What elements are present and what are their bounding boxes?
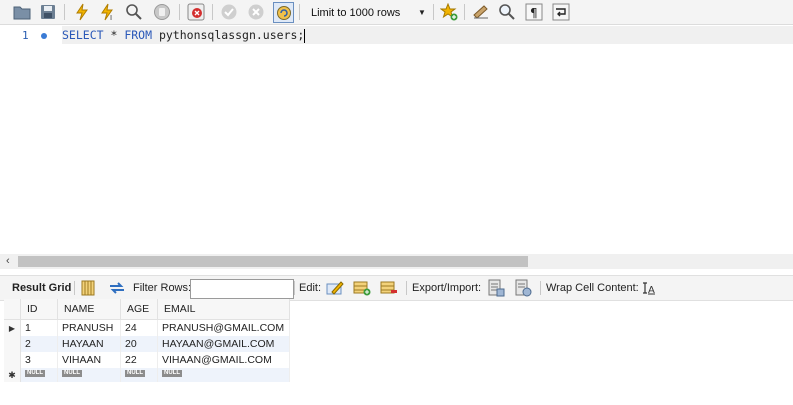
beautify-icon[interactable] xyxy=(471,2,491,22)
statement-marker-icon xyxy=(41,33,47,39)
line-gutter: 1 xyxy=(0,25,62,254)
cell-id[interactable]: 3 xyxy=(20,352,58,368)
null-cell[interactable]: NULL xyxy=(120,368,158,382)
toolbar-separator xyxy=(406,281,407,295)
toolbar-separator xyxy=(64,4,65,20)
editor-horizontal-scrollbar[interactable]: ‹ xyxy=(0,254,793,269)
commit-icon[interactable] xyxy=(219,2,239,22)
column-header-email[interactable]: EMAIL xyxy=(157,299,290,320)
cell-age[interactable]: 24 xyxy=(120,319,158,336)
current-row-arrow-icon: ▶ xyxy=(4,319,21,336)
code-line[interactable]: SELECT * FROM pythonsqlassgn.users; xyxy=(62,26,793,44)
result-grid-tab[interactable]: Result Grid xyxy=(12,276,71,300)
cell-name[interactable]: PRANUSH xyxy=(57,319,121,336)
column-header-id[interactable]: ID xyxy=(20,299,58,320)
toolbar-separator xyxy=(433,4,434,20)
row-indicator xyxy=(4,352,21,368)
table-row[interactable]: 2 HAYAAN 20 HAYAAN@GMAIL.COM xyxy=(4,336,290,352)
wrap-cell-icon[interactable]: A xyxy=(642,276,656,300)
cell-name[interactable]: VIHAAN xyxy=(57,352,121,368)
refresh-icon[interactable] xyxy=(108,276,126,300)
svg-text:I: I xyxy=(110,14,112,21)
rollback-icon[interactable] xyxy=(246,2,266,22)
add-snippet-icon[interactable] xyxy=(439,2,459,22)
scrollbar-thumb[interactable] xyxy=(18,256,528,267)
cell-id[interactable]: 2 xyxy=(20,336,58,352)
cell-age[interactable]: 22 xyxy=(120,352,158,368)
sql-editor-toolbar: I Limit to 1000 rows ▼ ¶ xyxy=(0,0,793,25)
wrap-lines-icon[interactable] xyxy=(551,2,571,22)
toggle-error-icon[interactable] xyxy=(186,2,206,22)
toolbar-separator xyxy=(74,281,75,295)
new-row[interactable]: ✱ NULL NULL NULL NULL xyxy=(4,368,290,382)
limit-rows-value: Limit to 1000 rows xyxy=(311,6,401,19)
null-badge: NULL xyxy=(125,370,145,377)
code-table-ref: pythonsqlassgn.users; xyxy=(152,28,305,42)
toolbar-separator xyxy=(294,281,295,295)
scroll-left-icon[interactable]: ‹ xyxy=(6,255,10,267)
null-badge: NULL xyxy=(25,370,45,377)
find-icon[interactable] xyxy=(497,2,517,22)
toolbar-separator xyxy=(179,4,180,20)
stop-icon[interactable] xyxy=(152,2,172,22)
sql-editor[interactable]: 1 SELECT * FROM pythonsqlassgn.users; xyxy=(0,25,793,254)
cell-age[interactable]: 20 xyxy=(120,336,158,352)
cell-email[interactable]: HAYAAN@GMAIL.COM xyxy=(157,336,290,352)
null-cell[interactable]: NULL xyxy=(20,368,58,382)
toolbar-separator xyxy=(299,4,300,20)
code-star: * xyxy=(103,28,125,42)
import-icon[interactable] xyxy=(514,276,532,300)
explain-icon[interactable] xyxy=(124,2,144,22)
cell-email[interactable]: VIHAAN@GMAIL.COM xyxy=(157,352,290,368)
header-row: ID NAME AGE EMAIL xyxy=(4,299,290,320)
result-table: ID NAME AGE EMAIL ▶ 1 PRANUSH 24 PRANUSH… xyxy=(4,299,290,382)
keyword-select: SELECT xyxy=(62,28,104,42)
cell-id[interactable]: 1 xyxy=(20,319,58,336)
filter-rows-label: Filter Rows: xyxy=(133,282,192,294)
invisible-chars-icon[interactable]: ¶ xyxy=(524,2,544,22)
insert-row-icon[interactable] xyxy=(353,276,371,300)
delete-row-icon[interactable] xyxy=(380,276,398,300)
null-badge: NULL xyxy=(62,370,82,377)
limit-rows-select[interactable]: Limit to 1000 rows ▼ xyxy=(304,2,430,23)
toolbar-separator xyxy=(212,4,213,20)
result-toolbar: Result Grid Filter Rows: Edit: Export/Im… xyxy=(0,275,793,301)
save-icon[interactable] xyxy=(38,2,58,22)
export-import-label: Export/Import: xyxy=(412,282,482,294)
row-indicator-header xyxy=(4,299,21,320)
wrap-cell-label: Wrap Cell Content: xyxy=(546,282,639,294)
svg-text:¶: ¶ xyxy=(530,6,538,20)
chevron-down-icon: ▼ xyxy=(418,8,426,17)
edit-label: Edit: xyxy=(299,282,322,294)
edit-current-row-icon[interactable] xyxy=(326,276,344,300)
null-badge: NULL xyxy=(162,370,182,377)
new-row-star-icon: ✱ xyxy=(4,368,21,382)
form-view-icon[interactable] xyxy=(80,276,96,300)
execute-icon[interactable] xyxy=(72,2,92,22)
toolbar-separator xyxy=(464,4,465,20)
row-indicator xyxy=(4,336,21,352)
column-header-age[interactable]: AGE xyxy=(120,299,158,320)
keyword-from: FROM xyxy=(124,28,153,42)
cell-email[interactable]: PRANUSH@GMAIL.COM xyxy=(157,319,290,336)
column-header-name[interactable]: NAME xyxy=(57,299,121,320)
null-cell[interactable]: NULL xyxy=(157,368,290,382)
export-icon[interactable] xyxy=(487,276,505,300)
cell-name[interactable]: HAYAAN xyxy=(57,336,121,352)
toolbar-separator xyxy=(540,281,541,295)
table-row[interactable]: ▶ 1 PRANUSH 24 PRANUSH@GMAIL.COM xyxy=(4,319,290,336)
autocommit-icon[interactable] xyxy=(273,2,294,23)
result-grid: ID NAME AGE EMAIL ▶ 1 PRANUSH 24 PRANUSH… xyxy=(4,299,304,382)
null-cell[interactable]: NULL xyxy=(57,368,121,382)
line-number: 1 xyxy=(22,29,29,42)
table-row[interactable]: 3 VIHAAN 22 VIHAAN@GMAIL.COM xyxy=(4,352,290,368)
filter-rows-input[interactable] xyxy=(190,279,294,299)
text-cursor xyxy=(304,28,306,43)
open-file-icon[interactable] xyxy=(12,2,32,22)
execute-current-icon[interactable]: I xyxy=(98,2,118,22)
